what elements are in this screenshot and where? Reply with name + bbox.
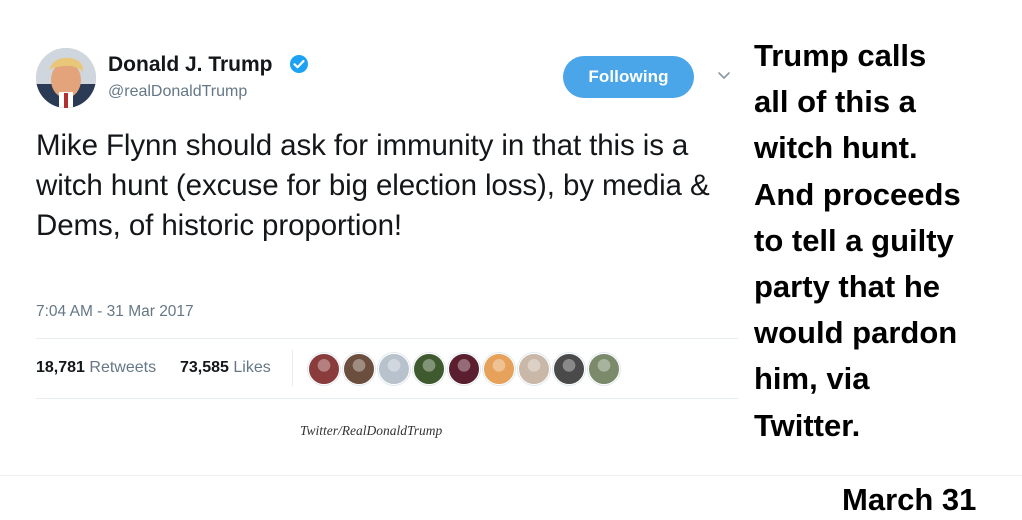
tweet-text: Mike Flynn should ask for immunity in th… <box>36 129 710 242</box>
image-credit: Twitter/RealDonaldTrump <box>300 423 443 438</box>
liker-avatar[interactable] <box>448 353 480 385</box>
likes-stat[interactable]: 73,585 Likes <box>180 359 271 377</box>
liker-avatar[interactable] <box>343 353 375 385</box>
liker-avatar[interactable] <box>553 353 585 385</box>
retweets-stat[interactable]: 18,781 Retweets <box>36 359 156 377</box>
liker-avatar[interactable] <box>308 353 340 385</box>
verified-badge-icon <box>290 55 308 73</box>
divider <box>36 398 738 399</box>
retweets-count: 18,781 <box>36 359 85 376</box>
date-label: March 31 <box>842 482 977 517</box>
stats-divider <box>292 350 293 386</box>
author-avatar[interactable] <box>36 48 96 108</box>
liker-avatar[interactable] <box>413 353 445 385</box>
bottom-rule <box>0 475 1022 476</box>
liker-avatar[interactable] <box>518 353 550 385</box>
liker-avatar[interactable] <box>588 353 620 385</box>
tweet-card: Donald J. Trump @realDonaldTrump Followi… <box>0 0 740 470</box>
likes-label: Likes <box>233 359 271 376</box>
liker-avatar[interactable] <box>483 353 515 385</box>
commentary-text: Trump calls all of this a witch hunt. An… <box>754 38 961 443</box>
chevron-down-icon[interactable] <box>716 70 732 82</box>
liker-avatar[interactable] <box>378 353 410 385</box>
retweets-label: Retweets <box>89 359 157 376</box>
author-handle[interactable]: @realDonaldTrump <box>108 83 247 101</box>
divider <box>36 338 738 339</box>
following-button[interactable]: Following <box>563 56 694 98</box>
author-name[interactable]: Donald J. Trump <box>108 53 273 77</box>
likes-count: 73,585 <box>180 359 229 376</box>
tweet-timestamp[interactable]: 7:04 AM - 31 Mar 2017 <box>36 303 194 321</box>
